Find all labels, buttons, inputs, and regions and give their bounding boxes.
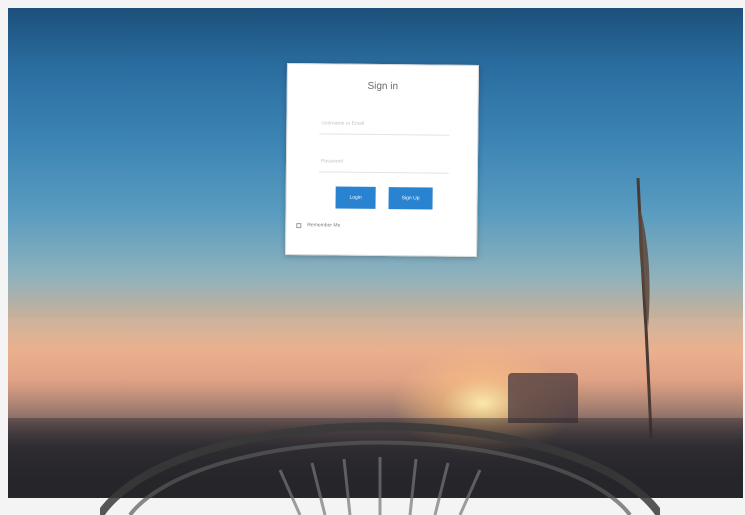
watermark-seal [100,385,660,515]
signin-card: Sign in Login Sign Up Remember Me [284,62,480,258]
signin-title: Sign in [367,80,399,93]
username-input[interactable] [319,112,450,136]
remember-me-label: Remember Me [307,222,341,229]
remember-me: Remember Me [296,222,341,229]
password-input[interactable] [318,150,450,174]
signup-button[interactable]: Sign Up [388,187,433,210]
remember-me-checkbox[interactable] [296,222,302,228]
login-button[interactable]: Login [335,186,376,209]
